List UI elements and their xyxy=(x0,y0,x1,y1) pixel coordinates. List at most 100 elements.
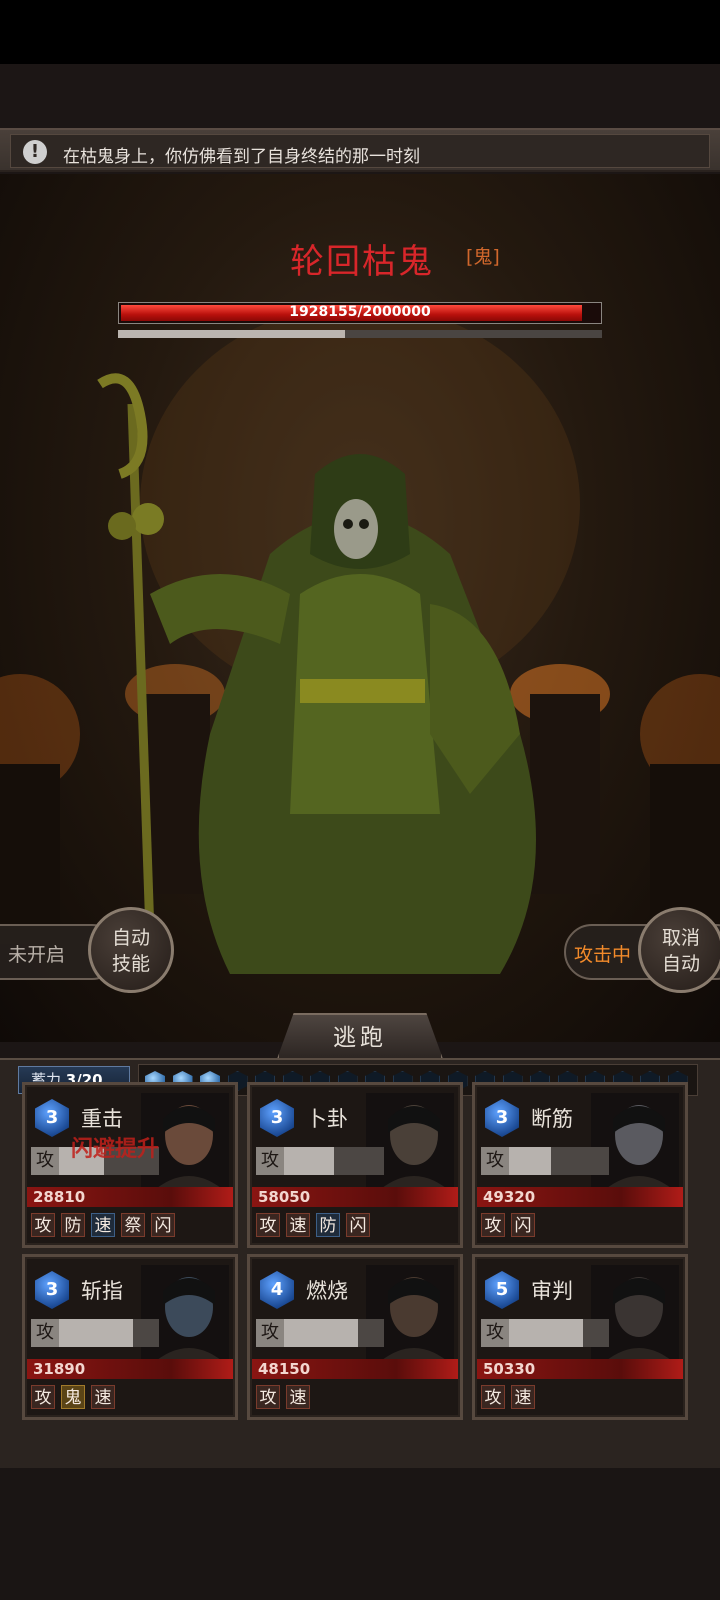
attribute-tags: 攻速 xyxy=(256,1385,316,1411)
attribute-tag: 攻 xyxy=(31,1385,55,1409)
status-bar xyxy=(0,0,720,64)
character-card[interactable]: 3 斩指 攻 31890 攻鬼速 xyxy=(22,1254,238,1420)
attribute-tag: 攻 xyxy=(481,1385,505,1409)
level-badge: 3 xyxy=(35,1271,69,1309)
character-card[interactable]: 3 断筋 攻 49320 攻闪 xyxy=(472,1082,688,1248)
boss-name: 轮回枯鬼 xyxy=(290,242,434,282)
skull-eye-left xyxy=(343,519,353,529)
character-portrait xyxy=(366,1093,454,1193)
power-value: 49320 xyxy=(483,1188,536,1206)
notice-box: ! 在枯鬼身上，你仿佛看到了自身终结的那一时刻 xyxy=(10,134,710,168)
character-card[interactable]: 4 燃烧 攻 48150 攻速 xyxy=(247,1254,463,1420)
pillar-far-left xyxy=(0,764,60,944)
character-portrait xyxy=(591,1093,679,1193)
attack-label: 攻 xyxy=(256,1319,284,1347)
boss-sub-fill xyxy=(118,330,345,338)
attack-label: 攻 xyxy=(256,1147,284,1175)
character-card[interactable]: 3 重击 攻 闪避提升 28810 攻防速祭闪 xyxy=(22,1082,238,1248)
attack-bar: 攻 xyxy=(31,1319,159,1347)
attribute-tag: 防 xyxy=(316,1213,340,1237)
boss-sash xyxy=(300,679,425,703)
level-badge: 3 xyxy=(35,1099,69,1137)
attribute-tag: 攻 xyxy=(31,1213,55,1237)
attack-fill xyxy=(284,1147,334,1175)
attack-bar: 攻 xyxy=(256,1147,384,1175)
attribute-tag: 速 xyxy=(91,1385,115,1409)
power-bar: 49320 xyxy=(477,1187,683,1207)
power-value: 58050 xyxy=(258,1188,311,1206)
attribute-tags: 攻闪 xyxy=(481,1213,541,1239)
pillar-right xyxy=(530,694,600,894)
attack-label: 攻 xyxy=(31,1319,59,1347)
boss-skull xyxy=(334,499,378,559)
skill-name: 重击 xyxy=(81,1107,123,1131)
bottom-area xyxy=(0,1468,720,1600)
skill-name: 燃烧 xyxy=(306,1279,348,1303)
skill-name: 断筋 xyxy=(531,1107,573,1131)
skill-name: 卜卦 xyxy=(306,1107,348,1131)
attack-bar: 攻 xyxy=(481,1147,609,1175)
notice-text: 在枯鬼身上，你仿佛看到了自身终结的那一时刻 xyxy=(63,147,420,167)
character-card[interactable]: 5 审判 攻 50330 攻速 xyxy=(472,1254,688,1420)
attribute-tags: 攻速防闪 xyxy=(256,1213,376,1239)
level-badge: 4 xyxy=(260,1271,294,1309)
power-value: 50330 xyxy=(483,1360,536,1378)
attack-bar: 攻 xyxy=(256,1319,384,1347)
attribute-tag: 闪 xyxy=(346,1213,370,1237)
attribute-tags: 攻防速祭闪 xyxy=(31,1213,181,1239)
level-badge: 3 xyxy=(485,1099,519,1137)
attack-label: 攻 xyxy=(481,1319,509,1347)
skill-name: 审判 xyxy=(531,1279,573,1303)
character-portrait xyxy=(141,1265,229,1365)
attribute-tag: 祭 xyxy=(121,1213,145,1237)
exclamation-icon: ! xyxy=(23,140,47,164)
attribute-tags: 攻速 xyxy=(481,1385,541,1411)
power-value: 31890 xyxy=(33,1360,86,1378)
attack-fill xyxy=(509,1147,551,1175)
attribute-tag: 攻 xyxy=(256,1213,280,1237)
character-portrait xyxy=(366,1265,454,1365)
attribute-tag: 攻 xyxy=(481,1213,505,1237)
attack-fill xyxy=(284,1319,358,1347)
character-portrait xyxy=(591,1265,679,1365)
character-card[interactable]: 3 卜卦 攻 58050 攻速防闪 xyxy=(247,1082,463,1248)
attribute-tag: 闪 xyxy=(511,1213,535,1237)
power-bar: 28810 xyxy=(27,1187,233,1207)
boss-sub-bar xyxy=(118,330,602,338)
auto-skill-status: 未开启 xyxy=(8,944,66,966)
attack-fill xyxy=(509,1319,583,1347)
attack-label: 攻 xyxy=(481,1147,509,1175)
auto-skill-button[interactable]: 自动 技能 xyxy=(88,907,174,993)
skull-eye-right xyxy=(359,519,369,529)
attribute-tags: 攻鬼速 xyxy=(31,1385,121,1411)
cancel-auto-button[interactable]: 取消 自动 xyxy=(638,907,720,993)
staff-gourd xyxy=(132,503,164,535)
escape-button[interactable]: 逃跑 xyxy=(277,1013,443,1059)
attribute-tag: 防 xyxy=(61,1213,85,1237)
attribute-tag: 闪 xyxy=(151,1213,175,1237)
attribute-tag: 速 xyxy=(286,1385,310,1409)
skill-name: 斩指 xyxy=(81,1279,123,1303)
attack-bar: 攻 xyxy=(481,1319,609,1347)
attack-fill xyxy=(59,1319,133,1347)
attribute-tag: 攻 xyxy=(256,1385,280,1409)
attribute-tag: 速 xyxy=(286,1213,310,1237)
attribute-tag: 速 xyxy=(91,1213,115,1237)
status-effect-text: 闪避提升 xyxy=(71,1137,160,1162)
boss-hp-bar: 1928155/2000000 xyxy=(118,302,602,324)
auto-attack-status: 攻击中 xyxy=(574,944,632,966)
power-bar: 31890 xyxy=(27,1359,233,1379)
staff-gourd-2 xyxy=(108,512,136,540)
attribute-tag: 鬼 xyxy=(61,1385,85,1409)
boss-hp-text: 1928155/2000000 xyxy=(289,304,431,320)
power-value: 48150 xyxy=(258,1360,311,1378)
level-badge: 5 xyxy=(485,1271,519,1309)
battle-scene: 轮回枯鬼 [鬼] 1928155/2000000 xyxy=(0,174,720,1042)
attack-label: 攻 xyxy=(31,1147,59,1175)
power-bar: 58050 xyxy=(252,1187,458,1207)
level-badge: 3 xyxy=(260,1099,294,1137)
boss-type-tag: [鬼] xyxy=(466,246,500,268)
power-bar: 50330 xyxy=(477,1359,683,1379)
power-bar: 48150 xyxy=(252,1359,458,1379)
attribute-tag: 速 xyxy=(511,1385,535,1409)
